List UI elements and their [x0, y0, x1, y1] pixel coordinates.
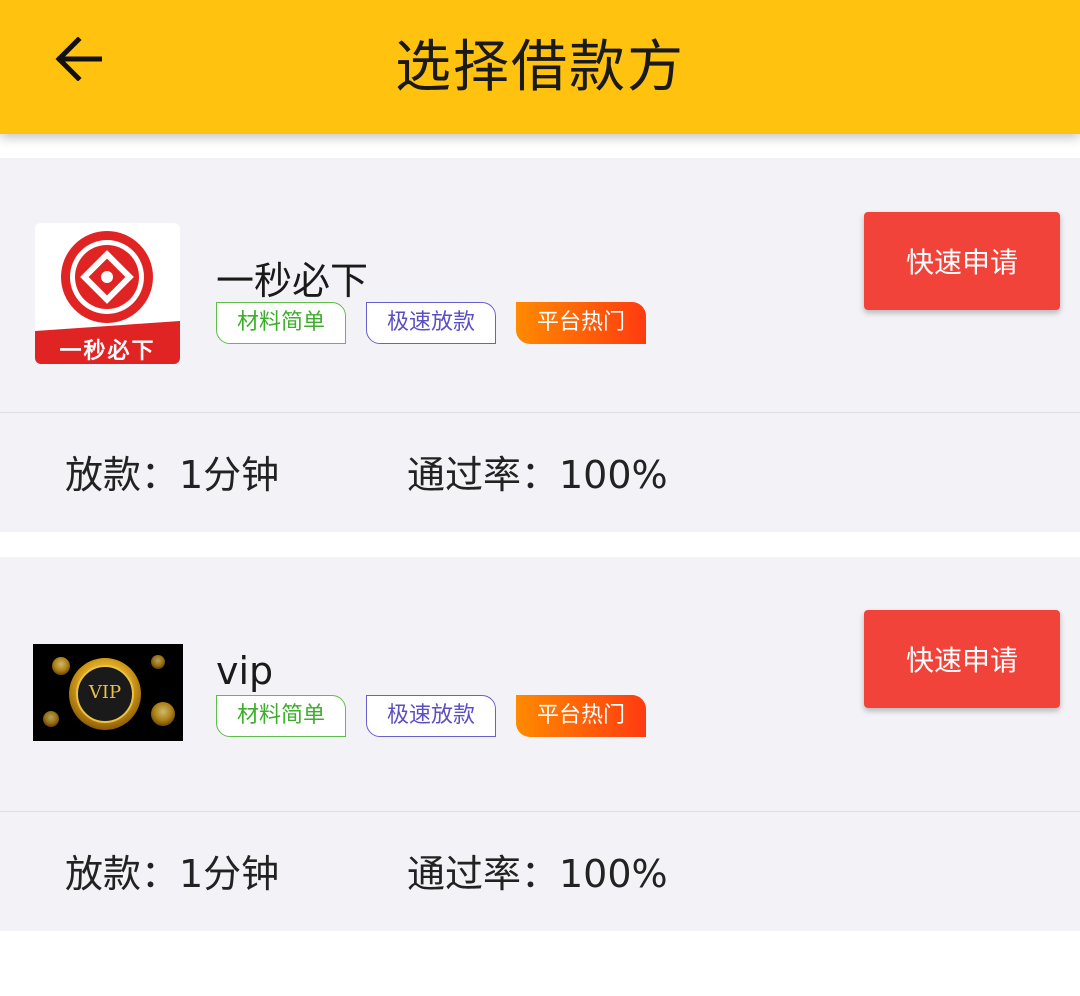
lender-card[interactable]: VIP vip 材料简单 极速放款 平台热门 快速申请 放款：1分钟 通过率：1… — [0, 557, 1080, 931]
lender-stats: 放款：1分钟 通过率：100% — [0, 813, 1080, 931]
lender-card[interactable]: 一秒必下 一秒必下 材料简单 极速放款 平台热门 快速申请 放款：1分钟 通过率… — [0, 158, 1080, 532]
app-header: 选择借款方 — [0, 0, 1080, 134]
tag-fast-loan: 极速放款 — [366, 302, 496, 344]
pass-rate: 通过率：100% — [407, 453, 668, 497]
tag-hot-platform: 平台热门 — [516, 695, 646, 737]
tag-list: 材料简单 极速放款 平台热门 — [216, 302, 646, 344]
loan-time: 放款：1分钟 — [65, 453, 280, 497]
lender-name: vip — [216, 649, 274, 693]
tag-fast-loan: 极速放款 — [366, 695, 496, 737]
lender-name: 一秒必下 — [216, 259, 369, 303]
lender-logo: VIP — [33, 644, 183, 741]
quick-apply-button[interactable]: 快速申请 — [864, 610, 1060, 708]
quick-apply-button[interactable]: 快速申请 — [864, 212, 1060, 310]
tag-list: 材料简单 极速放款 平台热门 — [216, 695, 646, 737]
lender-stats: 放款：1分钟 通过率：100% — [0, 414, 1080, 532]
tag-hot-platform: 平台热门 — [516, 302, 646, 344]
loan-time: 放款：1分钟 — [65, 852, 280, 896]
pass-rate: 通过率：100% — [407, 852, 668, 896]
page-title: 选择借款方 — [395, 35, 685, 100]
tag-simple-materials: 材料简单 — [216, 302, 346, 344]
lender-logo: 一秒必下 — [35, 223, 180, 364]
tag-simple-materials: 材料简单 — [216, 695, 346, 737]
logo-text: 一秒必下 — [59, 339, 156, 364]
logo-text: VIP — [88, 682, 122, 703]
